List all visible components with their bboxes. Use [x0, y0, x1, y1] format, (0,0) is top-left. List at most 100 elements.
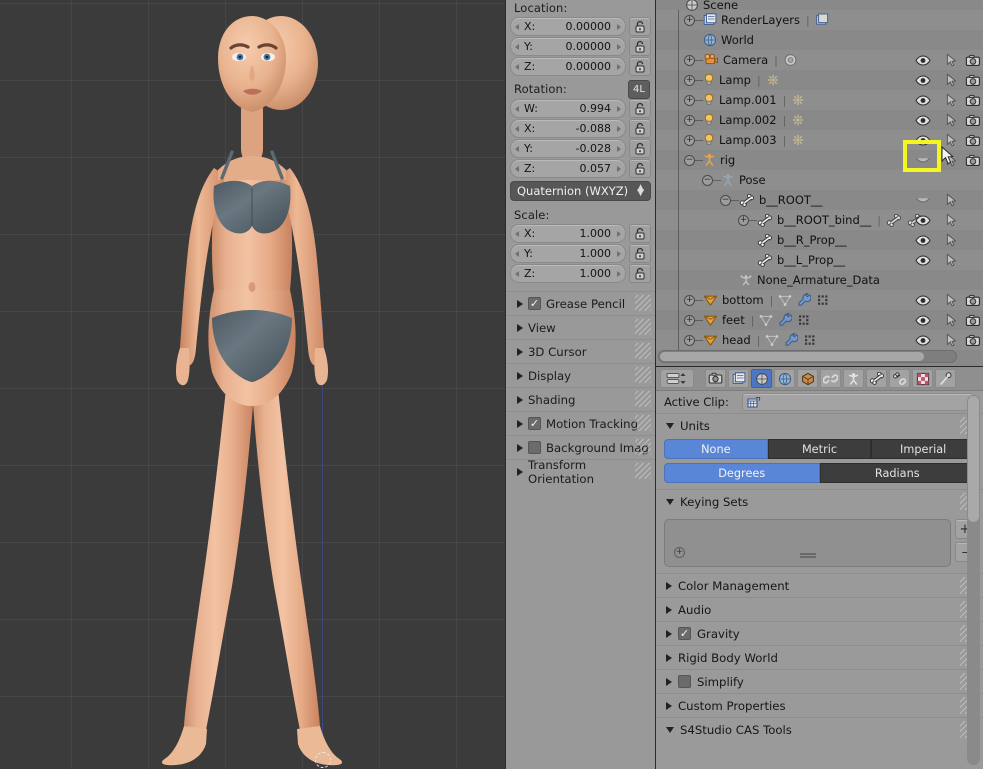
renderability-toggle[interactable]: [962, 310, 983, 330]
bone-constraint-tab[interactable]: [889, 369, 910, 388]
viewport-panel-3d-cursor[interactable]: 3D Cursor: [506, 339, 655, 363]
outliner-row-lamp-001[interactable]: + Lamp.001 |: [656, 90, 983, 110]
expand-icon[interactable]: +: [684, 114, 695, 126]
particles-tab[interactable]: [935, 369, 956, 388]
viewport-panel-motion-tracking[interactable]: ✓ Motion Tracking: [506, 411, 655, 435]
renderability-toggle[interactable]: [962, 290, 983, 310]
outliner-row-lamp[interactable]: + Lamp |: [656, 70, 983, 90]
unit-rotation-radians[interactable]: Radians: [819, 463, 975, 483]
mesh-data-icon[interactable]: [778, 293, 792, 307]
selectability-toggle[interactable]: [938, 330, 964, 350]
lock-icon[interactable]: [629, 139, 651, 158]
lock-icon[interactable]: [629, 37, 651, 56]
armature-tab[interactable]: [843, 369, 864, 388]
lamp-data-icon[interactable]: [791, 93, 805, 107]
properties-section-s4studio-cas-tools[interactable]: S4Studio CAS Tools: [656, 717, 983, 741]
lock-icon[interactable]: [629, 17, 651, 36]
render-tab[interactable]: [705, 369, 726, 388]
visibility-toggle[interactable]: [910, 50, 936, 70]
renderability-toggle[interactable]: [962, 110, 983, 130]
active-clip-field[interactable]: [742, 393, 973, 411]
outliner-item-data-icons[interactable]: |: [757, 73, 780, 87]
modifier-icon[interactable]: [797, 293, 812, 307]
visibility-toggle[interactable]: [910, 290, 936, 310]
properties-tab-bar[interactable]: [656, 367, 983, 391]
viewport-panel-view[interactable]: View: [506, 315, 655, 339]
camera-data-icon[interactable]: [783, 53, 798, 67]
visibility-toggle[interactable]: [910, 130, 936, 150]
vertexgroup-icon[interactable]: [797, 313, 811, 327]
collapse-icon[interactable]: −: [720, 194, 731, 206]
lamp-data-icon[interactable]: [791, 113, 805, 127]
unit-system-metric[interactable]: Metric: [767, 439, 872, 459]
scrollbar-thumb[interactable]: [968, 396, 979, 522]
rotation-w-field[interactable]: W: 0.994: [510, 99, 626, 118]
visibility-toggle[interactable]: [910, 210, 936, 230]
world-tab[interactable]: [774, 369, 795, 388]
outliner-row-b-r-prop-[interactable]: b__R_Prop__: [656, 230, 983, 250]
lock-icon[interactable]: [629, 224, 651, 243]
properties-section-rigid-body-world[interactable]: Rigid Body World: [656, 645, 983, 669]
expand-icon[interactable]: +: [684, 314, 695, 326]
3d-viewport[interactable]: [0, 0, 505, 769]
properties-section-simplify[interactable]: ✓ Simplify: [656, 669, 983, 693]
expand-icon[interactable]: +: [684, 14, 695, 26]
location-z-field[interactable]: Z: 0.00000: [510, 57, 626, 76]
outliner-item-data-icons[interactable]: |: [774, 53, 798, 67]
expand-icon[interactable]: +: [684, 54, 695, 66]
keying-sets-list[interactable]: +: [664, 519, 951, 567]
rotation-mode-dropdown[interactable]: Quaternion (WXYZ) ▲ ▼: [510, 181, 651, 201]
outliner-row-lamp-002[interactable]: + Lamp.002 |: [656, 110, 983, 130]
outliner-row-lamp-003[interactable]: + Lamp.003 |: [656, 130, 983, 150]
selectability-toggle[interactable]: [938, 230, 964, 250]
lamp-data-icon[interactable]: [791, 133, 805, 147]
viewport-panel-shading[interactable]: Shading: [506, 387, 655, 411]
object-tab[interactable]: [797, 369, 818, 388]
expand-icon[interactable]: +: [684, 334, 695, 346]
constraints-tab[interactable]: [820, 369, 841, 388]
viewport-panel-grease-pencil[interactable]: ✓ Grease Pencil: [506, 291, 655, 315]
mesh-data-icon[interactable]: [759, 313, 773, 327]
scene-tab[interactable]: [751, 369, 772, 388]
mesh-data-icon[interactable]: [765, 333, 779, 347]
outliner-item-data-icons[interactable]: |: [751, 313, 812, 327]
scrollbar-thumb[interactable]: [660, 352, 925, 361]
rotation-x-field[interactable]: X: -0.088: [510, 119, 626, 138]
visibility-toggle[interactable]: [910, 250, 936, 270]
visibility-toggle[interactable]: [910, 190, 936, 210]
selectability-toggle[interactable]: [938, 90, 964, 110]
outliner-item-data-icons[interactable]: |: [783, 113, 806, 127]
character-mesh[interactable]: [0, 0, 505, 769]
visibility-toggle[interactable]: [910, 150, 936, 170]
selectability-toggle[interactable]: [938, 250, 964, 270]
outliner-row-b-l-prop-[interactable]: b__L_Prop__: [656, 250, 983, 270]
checkbox[interactable]: ✓: [678, 627, 691, 640]
renderability-toggle[interactable]: [962, 150, 983, 170]
properties-section-custom-properties[interactable]: Custom Properties: [656, 693, 983, 717]
visibility-toggle[interactable]: [910, 90, 936, 110]
outliner-row-b-root-[interactable]: − b__ROOT__: [656, 190, 983, 210]
visibility-toggle[interactable]: [910, 70, 936, 90]
outliner-item-data-icons[interactable]: |: [757, 333, 818, 347]
checkbox[interactable]: ✓: [528, 417, 541, 430]
lock-icon[interactable]: [629, 244, 651, 263]
active-clip-row[interactable]: Active Clip:: [656, 391, 983, 413]
units-section-header[interactable]: Units: [656, 413, 983, 437]
renderability-toggle[interactable]: [962, 90, 983, 110]
outliner-item-data-icons[interactable]: |: [783, 93, 806, 107]
keying-sets-section-header[interactable]: Keying Sets: [656, 489, 983, 513]
modifier-icon[interactable]: [778, 313, 793, 327]
unit-system-none[interactable]: None: [664, 439, 768, 459]
outliner-row-renderlayers[interactable]: + RenderLayers |: [656, 10, 983, 30]
unit-rotation-degrees[interactable]: Degrees: [664, 463, 820, 483]
unit-system-imperial[interactable]: Imperial: [871, 439, 976, 459]
vertexgroup-icon[interactable]: [803, 333, 817, 347]
modifier-icon[interactable]: [784, 333, 799, 347]
lock-icon[interactable]: [629, 57, 651, 76]
texture-tab[interactable]: [912, 369, 933, 388]
resize-grip[interactable]: [799, 553, 816, 555]
location-y-field[interactable]: Y: 0.00000: [510, 37, 626, 56]
outliner-row-camera[interactable]: + Camera |: [656, 50, 983, 70]
checkbox[interactable]: ✓: [528, 297, 541, 310]
viewport-properties-panel[interactable]: Location: X: 0.00000 Y: 0.00000 Z: 0.000…: [505, 0, 655, 769]
